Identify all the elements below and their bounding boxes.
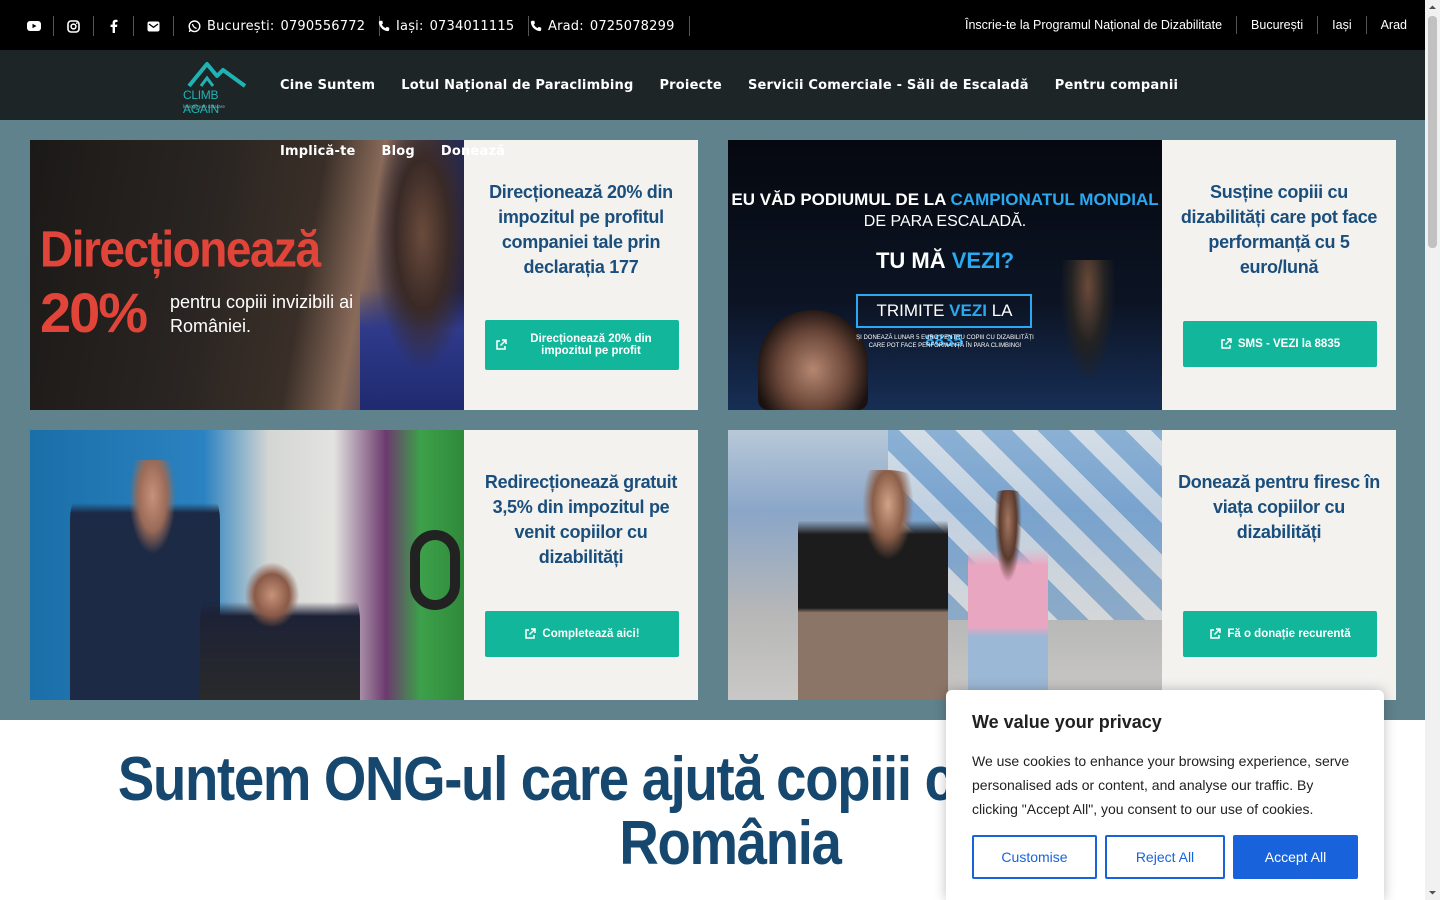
email-icon[interactable] [134,16,174,36]
card-sms: EU VĂD PODIUMUL DE LA CAMPIONATUL MONDIA… [728,140,1396,410]
sms-button[interactable]: SMS - VEZI la 8835 [1183,321,1377,367]
external-link-icon [1210,628,1222,639]
card-title: Direcționează 20% din impozitul pe profi… [489,182,673,277]
menu-pentru-companii[interactable]: Pentru companii [1055,78,1178,93]
card-image: Direcționează 20% pentru copiii invizibi… [30,140,464,410]
image-subtext: pentru copiii invizibili ai României. [170,292,354,336]
link-bucuresti[interactable]: București [1237,16,1319,34]
menu-proiecte[interactable]: Proiecte [659,78,721,93]
menu: Cine Suntem Lotul Național de Paraclimbi… [280,50,1178,120]
climber-photo [1058,260,1118,390]
external-link-icon [496,339,507,350]
button-label: Fă o donație recurentă [1227,628,1351,640]
link-arad[interactable]: Arad [1367,16,1407,34]
menu-cine-suntem[interactable]: Cine Suntem [280,78,375,93]
card-20-percent: Direcționează 20% pentru copiii invizibi… [30,140,698,410]
card-title: Donează pentru firesc în viața copiilor … [1178,472,1380,542]
card-title: Susține copiii cu dizabilități care pot … [1180,182,1378,277]
top-bar: București: 0790556772 Iași: 0734011115 A… [0,0,1425,50]
tire-photo [410,530,460,610]
card-donate: Donează pentru firesc în viața copiilor … [728,430,1396,700]
phone-icon [530,20,542,32]
menu-row-2: Implică-te Blog Donează [280,144,505,159]
instructor-photo [798,470,948,700]
image-line-1: EU VĂD PODIUMUL DE LA CAMPIONATUL MONDIA… [731,190,1159,209]
card-text: Donează pentru firesc în viața copiilor … [1162,430,1396,700]
phone-city: București: [207,18,275,34]
menu-blog[interactable]: Blog [382,144,415,159]
directioneaza-button[interactable]: Direcționează 20% din impozitul pe profi… [485,320,679,370]
completeaza-button[interactable]: Completează aici! [485,611,679,657]
cookie-title: We value your privacy [972,712,1162,732]
card-text: Direcționează 20% din impozitul pe profi… [464,140,698,410]
card-image [728,430,1162,700]
image-percent: 20% [40,281,148,344]
button-label: Completează aici! [542,628,640,640]
card-text: Redirecționează gratuit 3,5% din impozit… [464,430,698,700]
scroll-down-icon[interactable] [1428,888,1437,897]
donation-section: Direcționează 20% pentru copiii invizibi… [0,120,1425,720]
top-links: Înscrie-te la Programul Național de Diza… [965,16,1407,34]
phone-city: Iași: [396,18,424,34]
image-headline: Direcționează [40,220,321,278]
logo-text: CLIMB AGAIN [183,88,219,116]
phone-number: 0734011115 [429,18,515,34]
facebook-icon[interactable] [94,16,134,36]
donatie-recurenta-button[interactable]: Fă o donație recurentă [1183,611,1377,657]
youtube-icon[interactable] [14,16,54,36]
main-nav: CLIMB AGAIN învinge prin catarare Cine S… [0,50,1425,120]
cookie-banner: We value your privacy We use cookies to … [946,690,1384,900]
phone-city: Arad: [548,18,584,34]
image-line-2: DE PARA ESCALADĂ. [863,213,1027,230]
girl-face-photo [758,310,868,410]
image-sms-box: TRIMITE VEZI LA 8835 [856,294,1032,350]
button-label: SMS - VEZI la 8835 [1237,338,1341,350]
logo[interactable]: CLIMB AGAIN învinge prin catarare [183,60,255,116]
reject-all-button[interactable]: Reject All [1105,835,1225,879]
menu-implica-te[interactable]: Implică-te [280,144,356,159]
logo-tagline: învinge prin catarare [183,104,225,109]
card-3-5-percent: Redirecționează gratuit 3,5% din impozit… [30,430,698,700]
customise-button[interactable]: Customise [972,835,1097,879]
scrollbar-thumb[interactable] [1428,16,1437,248]
phone-arad[interactable]: Arad: 0725078299 [530,16,690,36]
card-image [30,430,464,700]
card-text: Susține copiii cu dizabilități care pot … [1162,140,1396,410]
phone-number: 0790556772 [280,18,366,34]
menu-doneaza[interactable]: Donează [441,144,505,159]
scroll-up-icon[interactable] [1428,3,1437,12]
mountain-logo-icon [187,62,247,88]
phone-icon [378,20,390,32]
image-line-3: TU MĂ VEZI? [875,248,1015,273]
phone-number: 0725078299 [589,18,675,34]
girl-photo [968,490,1048,700]
link-programul-national[interactable]: Înscrie-te la Programul Național de Diza… [965,16,1238,34]
instagram-icon[interactable] [54,16,94,36]
menu-lotul-national[interactable]: Lotul Național de Paraclimbing [401,78,633,93]
external-link-icon [525,628,537,639]
image-small-text: ȘI DONEAZĂ LUNAR 5 EURO PENTRU COPIII CU… [856,335,1034,349]
girl-photo [360,140,464,410]
phone-iasi[interactable]: Iași: 0734011115 [378,16,530,36]
whatsapp-icon [188,19,201,32]
menu-servicii-comerciale[interactable]: Servicii Comerciale - Săli de Escaladă [748,78,1029,93]
cookie-buttons: Customise Reject All Accept All [972,835,1358,879]
phone-bucuresti[interactable]: București: 0790556772 [188,16,381,36]
button-label: Direcționează 20% din impozitul pe profi… [530,333,652,357]
coach-photo [70,460,220,700]
cookie-text: We use cookies to enhance your browsing … [972,753,1350,817]
card-title: Redirecționează gratuit 3,5% din impozit… [484,472,678,567]
scrollbar[interactable] [1425,0,1440,900]
card-image: EU VĂD PODIUMUL DE LA CAMPIONATUL MONDIA… [728,140,1162,410]
accept-all-button[interactable]: Accept All [1233,835,1358,879]
child-photo [200,560,360,700]
external-link-icon [1221,338,1232,349]
link-iasi[interactable]: Iași [1318,16,1367,34]
